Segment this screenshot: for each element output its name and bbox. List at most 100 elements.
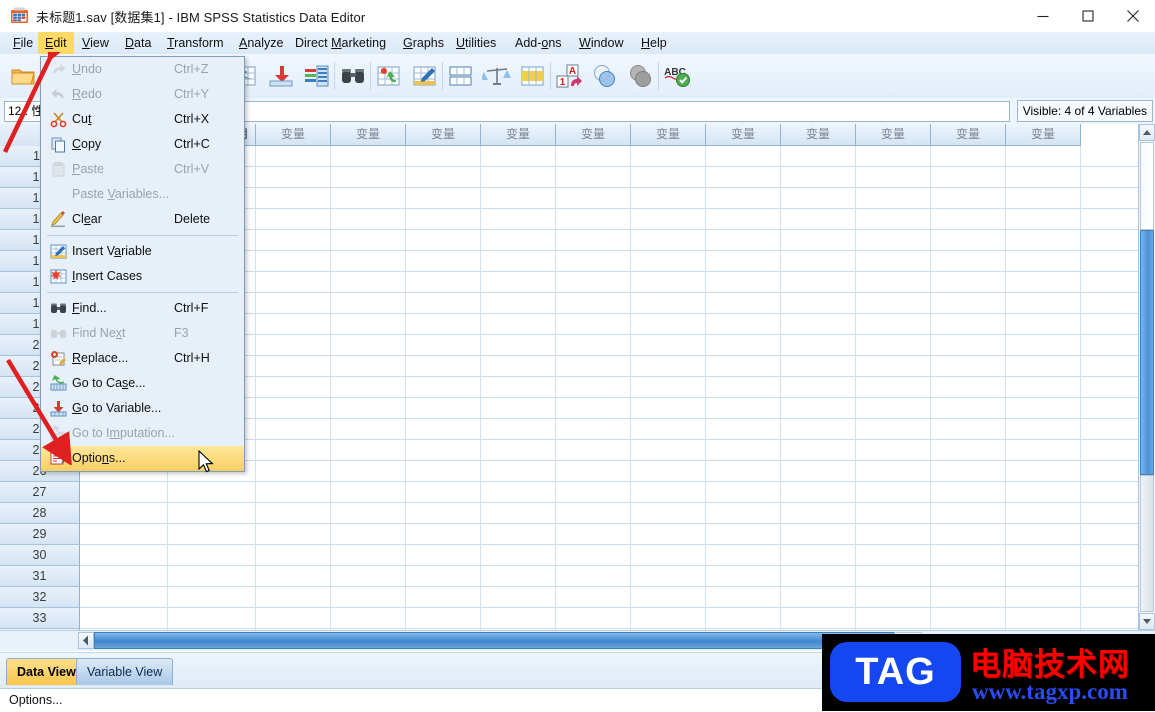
insert-cases-icon[interactable] <box>374 62 404 90</box>
row-header[interactable]: 30 <box>0 545 80 566</box>
menu-file[interactable]: File <box>6 32 40 54</box>
close-button[interactable] <box>1110 0 1155 31</box>
scroll-down-button[interactable] <box>1139 613 1155 630</box>
menu-item-find[interactable]: Find... Ctrl+F <box>41 296 244 321</box>
undo-icon <box>50 61 67 78</box>
cut-icon <box>50 111 67 128</box>
open-file-icon[interactable] <box>8 62 38 90</box>
minimize-button[interactable] <box>1020 0 1065 31</box>
menu-item-insert-variable[interactable]: Insert Variable <box>41 239 244 264</box>
find-icon[interactable] <box>338 62 368 90</box>
menu-item-paste-variables: Paste Variables... <box>41 182 244 207</box>
table-row[interactable] <box>80 587 1140 608</box>
grid-line <box>1005 146 1006 630</box>
menu-item-go-to-imputation: Go to Imputation... <box>41 421 244 446</box>
menu-item-label: Insert Cases <box>72 269 143 283</box>
value-labels-icon[interactable]: A 1 <box>554 62 584 90</box>
column-header[interactable]: 变量 <box>256 124 331 146</box>
menu-item-shortcut: Ctrl+H <box>174 351 210 365</box>
menu-item-cut[interactable]: Cut Ctrl+X <box>41 107 244 132</box>
menu-accel: G <box>403 36 413 50</box>
column-header[interactable]: 变量 <box>1006 124 1081 146</box>
table-row[interactable] <box>80 608 1140 629</box>
table-row[interactable] <box>80 566 1140 587</box>
grid-line <box>1080 146 1081 630</box>
column-header[interactable]: 变量 <box>706 124 781 146</box>
vertical-scroll-track[interactable] <box>1140 475 1154 612</box>
table-row[interactable] <box>80 524 1140 545</box>
menu-view[interactable]: View <box>75 32 116 54</box>
menu-graphs[interactable]: Graphs <box>396 32 451 54</box>
scroll-left-button[interactable] <box>78 632 94 649</box>
menu-transform[interactable]: Transform <box>160 32 231 54</box>
menu-edit[interactable]: Edit <box>38 32 74 54</box>
table-row[interactable] <box>80 503 1140 524</box>
column-header[interactable]: 变量 <box>631 124 706 146</box>
select-cases-icon[interactable] <box>518 62 548 90</box>
menu-item-options[interactable]: Options... <box>41 446 244 471</box>
menu-item-shortcut: F3 <box>174 326 189 340</box>
menu-item-copy[interactable]: Copy Ctrl+C <box>41 132 244 157</box>
menu-window[interactable]: Window <box>572 32 630 54</box>
insert-variable-icon[interactable] <box>410 62 440 90</box>
grid-line <box>780 146 781 630</box>
row-header[interactable]: 29 <box>0 524 80 545</box>
spell-check-icon[interactable]: ABC <box>662 62 692 90</box>
row-header[interactable]: 31 <box>0 566 80 587</box>
menu-direct-marketing[interactable]: Direct Marketing <box>288 32 393 54</box>
goto-imputation-icon <box>50 425 67 442</box>
row-header[interactable]: 32 <box>0 587 80 608</box>
menu-accel: o <box>541 36 549 50</box>
row-header[interactable]: 27 <box>0 482 80 503</box>
insert-cases-icon <box>50 268 67 285</box>
split-file-icon[interactable] <box>446 62 476 90</box>
watermark-tag-text: TAG <box>855 651 936 693</box>
svg-text:1: 1 <box>560 77 566 88</box>
show-all-variables-icon[interactable] <box>626 62 656 90</box>
column-header[interactable]: 变量 <box>481 124 556 146</box>
tab-data-view[interactable]: Data View <box>6 658 87 685</box>
find-icon <box>50 300 67 317</box>
menu-utilities[interactable]: Utilities <box>449 32 503 54</box>
goto-variable-icon[interactable] <box>266 62 296 90</box>
menu-item-label: Insert Variable <box>72 244 152 258</box>
variables-icon[interactable] <box>302 62 332 90</box>
horizontal-scroll-thumb[interactable] <box>94 632 894 649</box>
menu-data[interactable]: Data <box>118 32 158 54</box>
menu-accel: A <box>239 36 248 50</box>
grid-line <box>705 146 706 630</box>
toolbar-separator-6 <box>550 62 551 90</box>
menu-item-insert-cases[interactable]: Insert Cases <box>41 264 244 289</box>
menu-accel: V <box>82 36 91 50</box>
scroll-up-button[interactable] <box>1139 124 1155 141</box>
table-row[interactable] <box>80 545 1140 566</box>
menu-item-replace[interactable]: Replace... Ctrl+H <box>41 346 244 371</box>
menu-add-ons[interactable]: Add-ons <box>508 32 569 54</box>
menu-item-go-to-variable[interactable]: Go to Variable... <box>41 396 244 421</box>
menu-analyze[interactable]: Analyze <box>232 32 290 54</box>
menu-item-go-to-case[interactable]: Go to Case... <box>41 371 244 396</box>
menu-item-label: Paste <box>72 162 104 176</box>
vertical-scroll-thumb[interactable] <box>1140 230 1154 475</box>
row-header[interactable]: 28 <box>0 503 80 524</box>
table-row[interactable] <box>80 482 1140 503</box>
tab-variable-view[interactable]: Variable View <box>76 658 174 685</box>
column-header[interactable]: 变量 <box>331 124 406 146</box>
column-header[interactable]: 变量 <box>556 124 631 146</box>
goto-case-icon <box>50 375 67 392</box>
vertical-scrollbar[interactable] <box>1138 124 1155 630</box>
menu-help[interactable]: Help <box>634 32 674 54</box>
row-header[interactable]: 33 <box>0 608 80 629</box>
column-header[interactable]: 变量 <box>406 124 481 146</box>
menu-item-label: Cut <box>72 112 92 126</box>
menu-accel: W <box>579 36 591 50</box>
menu-item-clear[interactable]: Clear Delete <box>41 207 244 232</box>
column-header[interactable]: 变量 <box>931 124 1006 146</box>
weight-cases-icon[interactable] <box>480 62 512 90</box>
use-variable-sets-icon[interactable] <box>590 62 620 90</box>
column-header[interactable]: 变量 <box>781 124 856 146</box>
menu-item-paste: Paste Ctrl+V <box>41 157 244 182</box>
watermark-badge: TAG <box>830 642 961 702</box>
column-header[interactable]: 变量 <box>856 124 931 146</box>
maximize-button[interactable] <box>1065 0 1110 31</box>
